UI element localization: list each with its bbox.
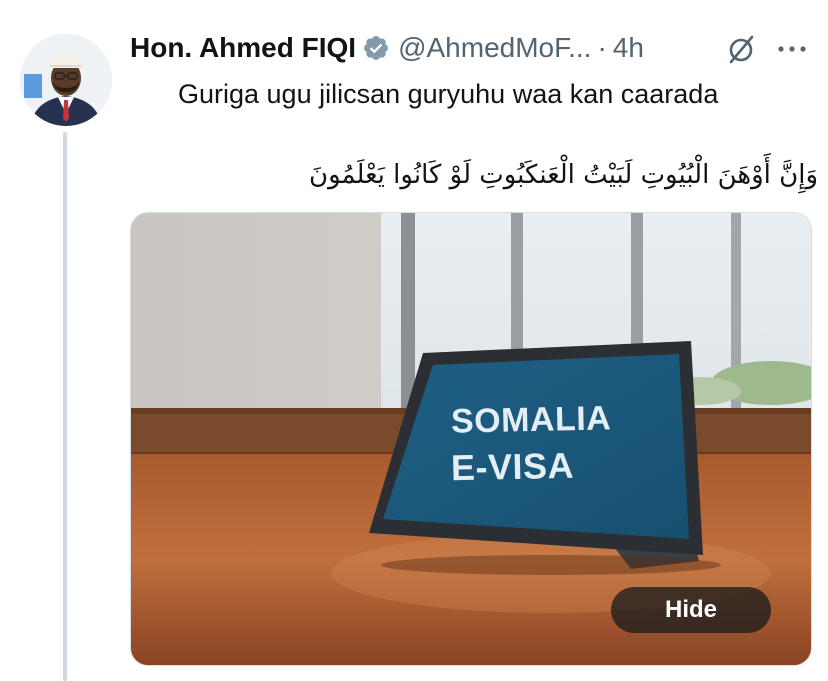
author-name[interactable]: Hon. Ahmed FIQI bbox=[130, 32, 356, 64]
tweet-header: Hon. Ahmed FIQI @AhmedMoF... · 4h bbox=[130, 28, 644, 68]
tweet-text-line-2: وَإِنَّ أَوْهَنَ الْبُيُوتِ لَبَيْتُ الْ… bbox=[308, 160, 818, 190]
separator-dot: · bbox=[597, 32, 607, 63]
author-handle[interactable]: @AhmedMoF... bbox=[398, 32, 591, 64]
hide-button[interactable]: Hide bbox=[611, 587, 771, 633]
avatar[interactable] bbox=[20, 34, 112, 126]
tablet-text-line-1: SOMALIA bbox=[450, 399, 612, 441]
mute-icon[interactable] bbox=[724, 32, 758, 66]
tweet-media[interactable]: SOMALIA E-VISA Hide bbox=[130, 212, 812, 666]
tweet-text-line-1: Guriga ugu jilicsan guryuhu waa kan caar… bbox=[178, 79, 719, 109]
tweet-time[interactable]: 4h bbox=[613, 32, 644, 64]
avatar-image bbox=[20, 34, 112, 126]
verified-badge-icon bbox=[364, 36, 389, 60]
more-options-icon[interactable] bbox=[774, 34, 810, 64]
tablet-text-line-2: E-VISA bbox=[450, 444, 575, 489]
thread-line bbox=[63, 132, 67, 681]
